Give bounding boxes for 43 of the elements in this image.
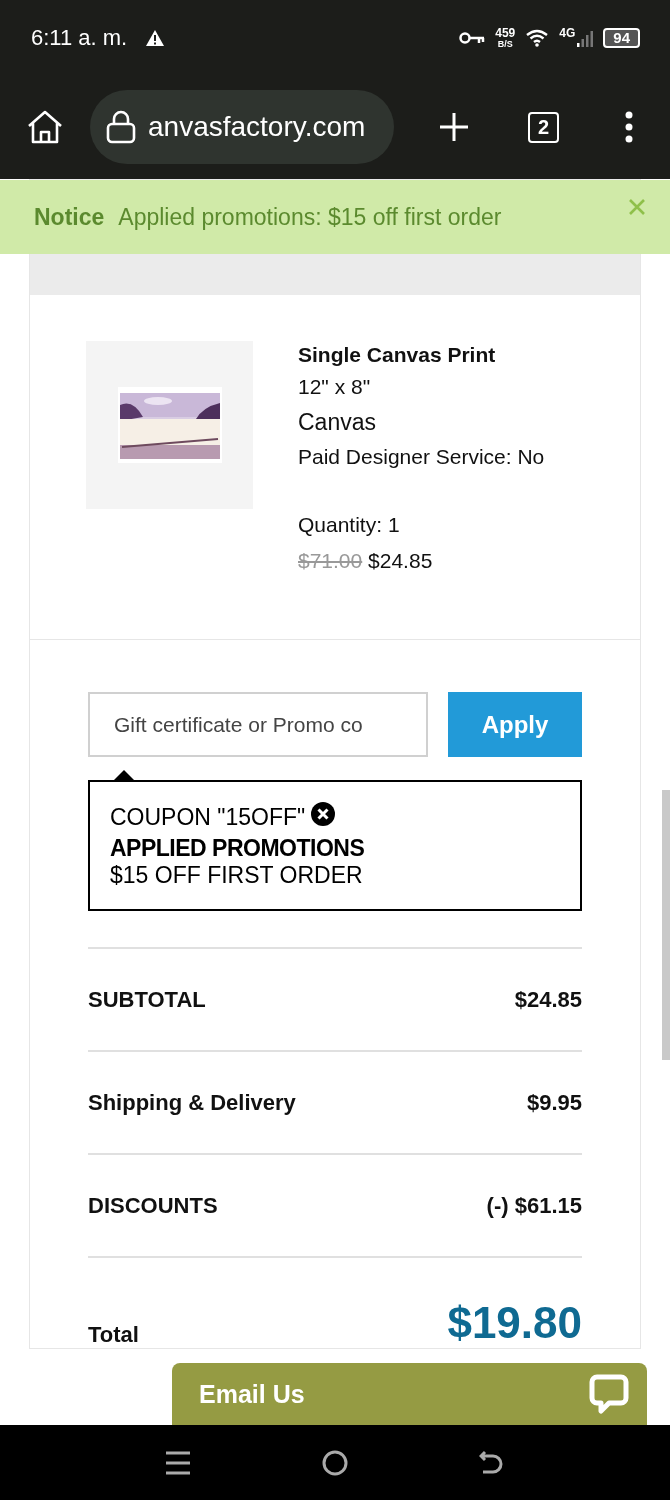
total-value: $24.85 (514, 986, 582, 1013)
notice-label: Notice (34, 203, 105, 231)
coupon-code: COUPON "15OFF" (110, 804, 306, 831)
promo-code-field[interactable]: Gift certificate or Promo co (88, 692, 428, 757)
quantity: Quantity: 1 (298, 512, 401, 538)
sale-price: $24.85 (368, 549, 433, 572)
url-text: anvasfactory.com (148, 111, 366, 143)
scrollbar[interactable] (662, 790, 670, 1060)
battery-level: 94 (603, 27, 640, 48)
warning-icon (145, 28, 166, 47)
chat-icon (589, 1374, 629, 1414)
grand-total: $19.80 (447, 1298, 582, 1348)
promotions-heading: APPLIED PROMOTIONS (110, 835, 366, 862)
signal-icon (577, 28, 594, 47)
total-value: (-) $61.15 (486, 1192, 582, 1219)
menu-icon[interactable] (165, 1449, 192, 1476)
speed-unit: B/S (497, 38, 513, 49)
promotion-description: $15 OFF FIRST ORDER (110, 862, 364, 889)
wifi-icon (525, 27, 550, 48)
tab-count[interactable]: 2 (528, 111, 560, 143)
product-name: Single Canvas Print (298, 342, 497, 368)
total-value: $9.95 (526, 1089, 582, 1116)
total-label: DISCOUNTS (88, 1192, 218, 1219)
original-price: $71.00 (298, 549, 363, 572)
product-size: 12" x 8" (298, 374, 372, 400)
total-label: Shipping & Delivery (88, 1089, 296, 1116)
plus-icon[interactable] (438, 111, 470, 143)
designer-service: Paid Designer Service: No (298, 444, 545, 470)
home-button-icon[interactable] (322, 1449, 348, 1476)
lock-icon (106, 110, 136, 144)
address-bar[interactable]: anvasfactory.com (90, 90, 394, 164)
total-label: SUBTOTAL (88, 986, 206, 1013)
back-icon[interactable] (478, 1449, 505, 1476)
network-speed: 459 (495, 26, 516, 39)
notice-message: Applied promotions: $15 off first order (118, 203, 502, 231)
remove-icon[interactable] (311, 801, 336, 826)
product-material: Canvas (298, 408, 377, 437)
total-label: Total (88, 1322, 139, 1348)
home-icon[interactable] (26, 109, 64, 145)
more-icon[interactable] (624, 111, 634, 143)
clock-time: 6:11 a. m. (31, 24, 128, 51)
network-type: 4G (559, 26, 576, 40)
key-icon (459, 30, 486, 45)
